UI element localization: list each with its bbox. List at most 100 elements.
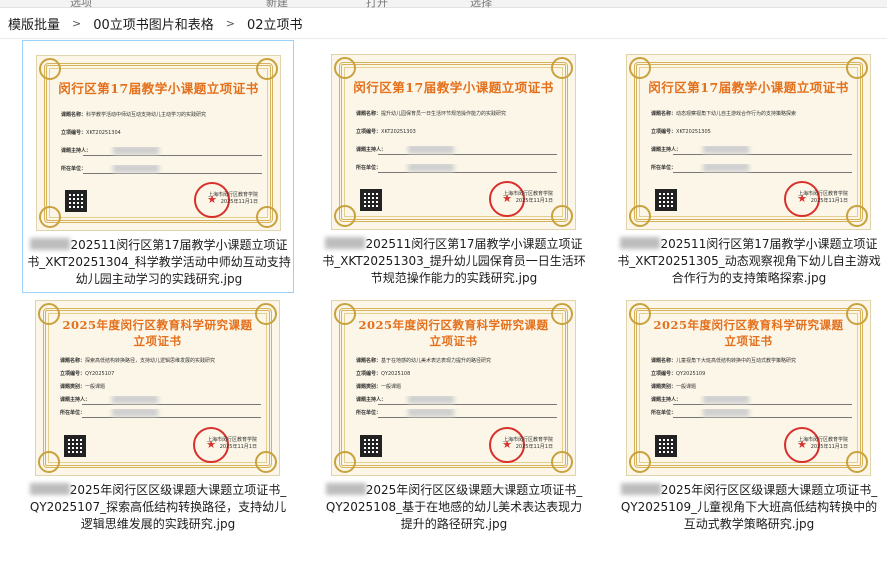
ornament-icon <box>256 58 278 80</box>
field-value: 提升幼儿园保育员一日生活环节规范操作能力的实践研究 <box>381 111 507 117</box>
file-item[interactable]: 闵行区第17届教学小课题立项证书课题名称：科学教学活动中师幼互动支持幼儿主动学习… <box>22 40 294 293</box>
certificate-subtitle: 立项证书 <box>133 334 182 348</box>
certificate-title: 2025年度闵行区教育科学研究课题 <box>62 318 253 332</box>
issue-date: 2025年11月1日 <box>810 444 848 450</box>
file-name-label[interactable]: 2025年闵行区区级课题大课题立项证书_QY2025109_儿童视角下大班高低结… <box>617 482 881 533</box>
qr-code-icon <box>360 435 382 457</box>
certificate-field: 课题类别：一般课题 <box>356 383 557 392</box>
redacted-area <box>703 146 749 154</box>
redacted-prefix <box>620 237 661 249</box>
certificate-thumbnail[interactable]: 闵行区第17届教学小课题立项证书课题名称：科学教学活动中师幼互动支持幼儿主动学习… <box>36 55 281 231</box>
file-item[interactable]: 2025年度闵行区教育科学研究课题 立项证书 课题名称：儿童视角下大班高低结构转换中… <box>613 286 885 539</box>
field-underline <box>82 417 261 418</box>
field-underline <box>83 173 262 174</box>
file-grid: 闵行区第17届教学小课题立项证书 课题名称：科学教学活动中师幼互动支持幼儿主动学习… <box>0 40 887 575</box>
ornament-icon <box>629 205 651 227</box>
chevron-right-icon[interactable]: > <box>66 17 87 30</box>
file-item[interactable]: 闵行区第17届教学小课题立项证书课题名称：动态观察视角下幼儿自主游戏合作行为的支… <box>613 40 885 293</box>
certificate-title: 闵行区第17届教学小课题立项证书 <box>648 80 849 95</box>
ornament-icon <box>334 451 356 473</box>
ornament-icon <box>846 57 868 79</box>
file-item[interactable]: 闵行区第17届教学小课题立项证书课题名称：提升幼儿园保育员一日生活环节规范操作能… <box>318 40 590 293</box>
certificate-title: 闵行区第17届教学小课题立项证书 <box>58 81 259 96</box>
certificate-thumbnail[interactable]: 2025年度闵行区教育科学研究课题 立项证书 课题名称：儿童视角下大班高低结构转换中… <box>626 300 871 476</box>
file-name-label[interactable]: 202511闵行区第17届教学小课题立项证书_XKT20251304_科学教学活… <box>27 237 291 288</box>
certificate-field: 课题类别：一般课题 <box>651 383 852 392</box>
qr-code-icon <box>655 189 677 211</box>
certificate-issuer: 上海市闵行区教育学院 2025年11月1日 <box>798 437 848 451</box>
breadcrumb-item-template-batch[interactable]: 模版批量 <box>2 14 66 33</box>
certificate-field: 课题名称：科学教学活动中师幼互动支持幼儿主动学习的实践研究 <box>61 111 262 120</box>
field-underline <box>83 155 262 156</box>
issuer-name: 上海市闵行区教育学院 <box>797 191 848 197</box>
chevron-right-icon[interactable]: > <box>220 17 241 30</box>
field-label: 课题类别： <box>60 384 86 390</box>
field-label: 课题主持人： <box>356 147 387 153</box>
field-label: 课题名称： <box>356 111 382 117</box>
file-name-label[interactable]: 2025年闵行区区级课题大课题立项证书_QY2025108_基于在地感的幼儿美术… <box>322 482 586 533</box>
certificate-field: 所在单位： <box>61 165 262 174</box>
certificate-issuer: 上海市闵行区教育学院 2025年11月1日 <box>503 437 553 451</box>
redacted-area <box>408 146 454 154</box>
field-value: 基于在地感的幼儿美术表达表现力提升的路径研究 <box>381 358 492 364</box>
breadcrumb-item-project-certs[interactable]: 02立项书 <box>241 14 309 33</box>
certificate-field: 课题主持人： <box>60 396 261 405</box>
ornament-icon <box>551 451 573 473</box>
file-name-label[interactable]: 202511闵行区第17届教学小课题立项证书_XKT20251303_提升幼儿园… <box>322 236 586 287</box>
field-label: 立项编号： <box>356 129 382 135</box>
certificate-field: 课题主持人： <box>356 146 557 155</box>
certificate-thumbnail[interactable]: 闵行区第17届教学小课题立项证书课题名称：提升幼儿园保育员一日生活环节规范操作能… <box>331 54 576 230</box>
redacted-area <box>703 409 749 417</box>
redacted-area <box>703 396 749 404</box>
certificate-field: 课题主持人： <box>356 396 557 405</box>
redacted-area <box>112 409 158 417</box>
qr-code-icon <box>360 189 382 211</box>
field-underline <box>673 172 852 173</box>
certificate-field: 课题主持人： <box>651 146 852 155</box>
ornament-icon <box>256 206 278 228</box>
field-underline <box>378 154 557 155</box>
field-value: 儿童视角下大班高低结构转换中的互动式教学策略研究 <box>676 358 797 364</box>
qr-code-icon <box>655 435 677 457</box>
field-label: 所在单位： <box>651 410 677 416</box>
issuer-name: 上海市闵行区教育学院 <box>502 437 553 443</box>
breadcrumb-item-images-and-tables[interactable]: 00立项书图片和表格 <box>87 14 220 33</box>
field-label: 课题名称： <box>356 358 382 364</box>
certificate-field: 课题主持人： <box>651 396 852 405</box>
certificate-field: 所在单位： <box>356 409 557 418</box>
certificate-issuer: 上海市闵行区教育学院 2025年11月1日 <box>798 191 848 205</box>
redacted-area <box>703 164 749 172</box>
issue-date: 2025年11月1日 <box>810 198 848 204</box>
certificate-field: 课题主持人： <box>61 147 262 156</box>
certificate-thumbnail[interactable]: 2025年度闵行区教育科学研究课题 立项证书 课题名称：探索高低结构转换路径，支持幼… <box>35 300 280 476</box>
certificate-field: 课题名称：动态观察视角下幼儿自主游戏合作行为的支持策略探索 <box>651 110 852 119</box>
certificate-thumbnail[interactable]: 闵行区第17届教学小课题立项证书课题名称：动态观察视角下幼儿自主游戏合作行为的支… <box>626 54 871 230</box>
certificate-thumbnail[interactable]: 2025年度闵行区教育科学研究课题 立项证书 课题名称：基于在地感的幼儿美术表达表现… <box>331 300 576 476</box>
field-label: 课题名称： <box>651 358 677 364</box>
certificate-subtitle: 立项证书 <box>724 334 773 348</box>
redacted-area <box>408 409 454 417</box>
certificate-field: 所在单位： <box>60 409 261 418</box>
field-value: 科学教学活动中师幼互动支持幼儿主动学习的实践研究 <box>86 112 207 118</box>
field-label: 课题类别： <box>651 384 677 390</box>
certificate-field: 所在单位： <box>651 409 852 418</box>
certificate-field: 立项编号：XKT20251305 <box>651 128 852 137</box>
file-item[interactable]: 2025年度闵行区教育科学研究课题 立项证书 课题名称：探索高低结构转换路径，支持幼… <box>22 286 294 539</box>
issue-date: 2025年11月1日 <box>515 198 553 204</box>
redacted-prefix <box>325 237 366 249</box>
field-value: 一般课题 <box>381 384 402 390</box>
file-name-label[interactable]: 202511闵行区第17届教学小课题立项证书_XKT20251305_动态观察视… <box>617 236 881 287</box>
field-value: 探索高低结构转换路径，支持幼儿逻辑思维发展的实践研究 <box>85 358 216 364</box>
redacted-area <box>113 147 159 155</box>
certificate-field: 课题名称：基于在地感的幼儿美术表达表现力提升的路径研究 <box>356 357 557 366</box>
file-name-label[interactable]: 2025年闵行区区级课题大课题立项证书_QY2025107_探索高低结构转换路径… <box>26 482 290 533</box>
certificate-title: 闵行区第17届教学小课题立项证书 <box>353 80 554 95</box>
certificate-field: 立项编号：XKT20251304 <box>61 129 262 138</box>
ornament-icon <box>629 451 651 473</box>
certificate-issuer: 上海市闵行区教育学院 2025年11月1日 <box>503 191 553 205</box>
field-label: 立项编号： <box>60 371 86 377</box>
file-item[interactable]: 2025年度闵行区教育科学研究课题 立项证书 课题名称：基于在地感的幼儿美术表达表现… <box>318 286 590 539</box>
field-label: 立项编号： <box>61 130 87 136</box>
certificate-issuer: 上海市闵行区教育学院 2025年11月1日 <box>207 437 257 451</box>
certificate-field: 立项编号：QY2025107 <box>60 370 261 379</box>
